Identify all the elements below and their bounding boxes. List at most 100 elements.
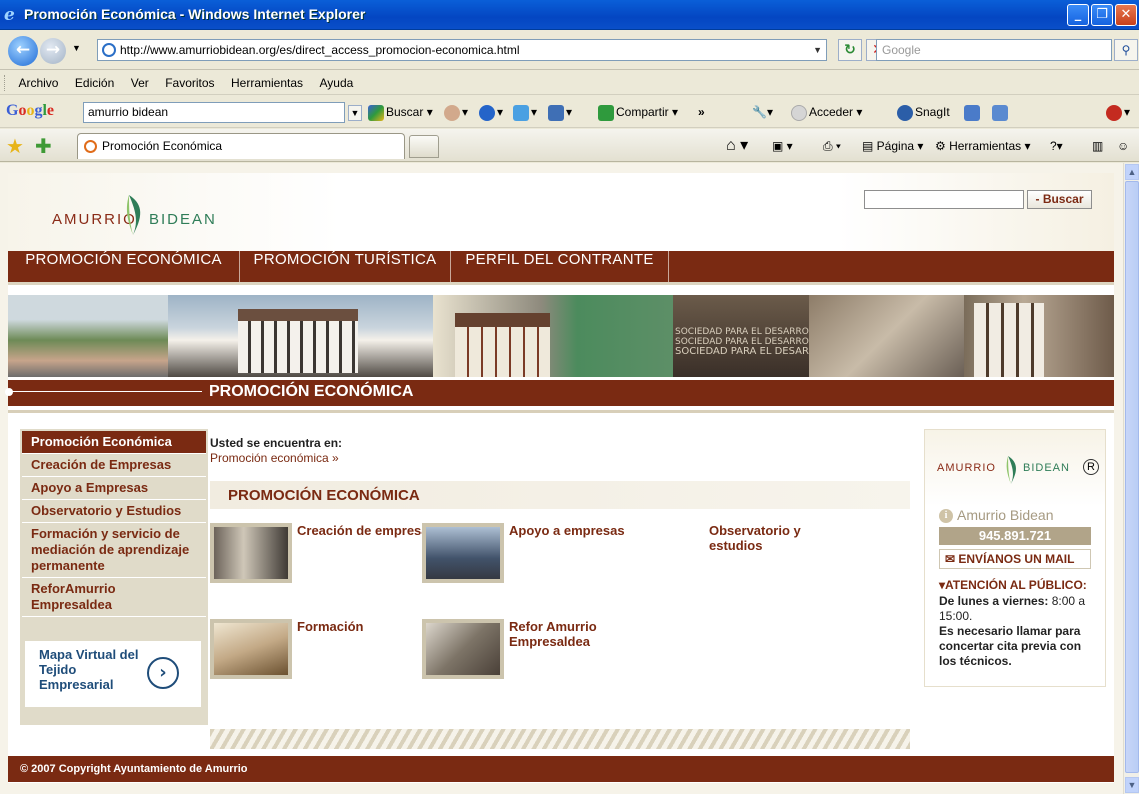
research-icon[interactable]: ▥ xyxy=(1092,137,1103,155)
separator xyxy=(8,410,1114,413)
toolbar-more-button[interactable]: » xyxy=(698,103,705,121)
minimize-button[interactable]: _ xyxy=(1067,4,1089,26)
nav-promocion-economica[interactable]: PROMOCIÓN ECONÓMICA xyxy=(8,251,240,282)
acceder-button[interactable]: Acceder ▾ xyxy=(791,103,862,121)
toolbar-plus-icon[interactable]: ▾ xyxy=(513,103,537,121)
pagina-menu[interactable]: ▤ Página ▾ xyxy=(862,137,923,155)
toolbar-tool-icon-2[interactable]: ▾ xyxy=(479,103,503,121)
card-observatorio-estudios[interactable]: Observatorio y estudios xyxy=(622,523,862,583)
google-dropdown-icon[interactable]: ▼ xyxy=(348,105,362,121)
banner-photo-building xyxy=(168,295,433,377)
new-tab-button[interactable] xyxy=(409,135,439,158)
snagit-label: SnagIt xyxy=(915,105,950,119)
tab-promocion-economica[interactable]: Promoción Económica xyxy=(77,133,405,159)
contact-name: i Amurrio Bidean xyxy=(939,507,1054,524)
snagit-button[interactable]: SnagIt xyxy=(897,103,950,121)
favorites-star-icon[interactable]: ★ xyxy=(6,134,24,158)
attention-heading: ▾ATENCIÓN AL PÚBLICO: xyxy=(939,578,1099,592)
card-label[interactable]: Formación xyxy=(297,619,437,634)
header-banner: SOCIEDAD PARA EL DESARROLLO LOCAL SOCIED… xyxy=(8,295,1114,377)
contact-logo-amurrio: AMURRIO xyxy=(937,462,996,474)
print-icon[interactable]: ⎙ ▾ xyxy=(823,137,841,155)
pagina-label: Página xyxy=(876,139,915,153)
toolbar-window-icon[interactable]: ▾ xyxy=(548,103,572,121)
snagit-option-icon-1[interactable] xyxy=(964,103,982,121)
browser-search-input[interactable]: Google xyxy=(876,39,1112,61)
toolbar-tool-icon-1[interactable]: ▾ xyxy=(444,103,468,121)
breadcrumb-label: Usted se encuentra en: xyxy=(210,436,343,450)
menu-bar: Archivo Edición Ver Favoritos Herramient… xyxy=(0,71,1139,95)
site-search-button[interactable]: - Buscar xyxy=(1027,190,1092,209)
window-title: Promoción Económica - Windows Internet E… xyxy=(24,6,366,22)
herramientas-menu[interactable]: ⚙ Herramientas ▾ xyxy=(935,137,1030,155)
card-creacion-empresas[interactable]: Creación de empresas xyxy=(210,523,450,583)
banner-photo-house xyxy=(964,295,1114,377)
map-virtual-label: Mapa Virtual del Tejido Empresarial xyxy=(39,647,139,692)
refresh-button[interactable]: ↻ xyxy=(838,39,862,61)
left-menu-creacion-empresas[interactable]: Creación de Empresas xyxy=(22,454,206,477)
left-menu-formacion[interactable]: Formación y servicio de mediación de apr… xyxy=(22,523,206,578)
menu-edicion[interactable]: Edición xyxy=(69,71,120,95)
url-dropdown-icon[interactable]: ▼ xyxy=(813,40,822,60)
contact-box: AMURRIO BIDEAN R i Amurrio Bidean 945.891… xyxy=(924,429,1106,687)
acrobat-icon[interactable]: ▾ xyxy=(1106,103,1130,121)
snagit-option-icon-2[interactable] xyxy=(992,103,1010,121)
menu-archivo[interactable]: Archivo xyxy=(12,71,64,95)
forward-button[interactable]: → xyxy=(40,38,66,64)
card-label[interactable]: Refor Amurrio Empresaldea xyxy=(509,619,649,649)
compartir-button[interactable]: Compartir ▾ xyxy=(598,103,678,121)
back-button[interactable]: ← xyxy=(8,36,38,66)
contact-name-text: Amurrio Bidean xyxy=(957,507,1054,523)
home-icon[interactable]: ⌂ ▾ xyxy=(726,137,748,155)
wrench-icon[interactable]: 🔧▾ xyxy=(752,103,773,121)
scroll-down-arrow-icon[interactable]: ▼ xyxy=(1125,777,1139,793)
vertical-scrollbar[interactable]: ▲ ▼ xyxy=(1123,163,1139,794)
page-icon xyxy=(102,43,116,57)
add-favorites-icon[interactable]: ✚ xyxy=(35,134,52,158)
card-label[interactable]: Observatorio y estudios xyxy=(709,523,849,553)
left-menu-apoyo-empresas[interactable]: Apoyo a Empresas xyxy=(22,477,206,500)
signin-icon xyxy=(791,104,807,121)
feeds-icon[interactable]: ▣ ▾ xyxy=(772,137,793,155)
scroll-thumb[interactable] xyxy=(1125,181,1139,773)
acceder-label: Acceder xyxy=(809,105,854,119)
site-header: AMURRIO BIDEAN - Buscar xyxy=(8,173,1114,251)
google-search-input[interactable]: amurrio bidean xyxy=(83,102,345,123)
card-refor-amurrio[interactable]: Refor Amurrio Empresaldea xyxy=(422,619,662,679)
map-virtual-box[interactable]: Mapa Virtual del Tejido Empresarial › xyxy=(25,641,201,707)
card-label[interactable]: Creación de empresas xyxy=(297,523,437,538)
ie-window: e Promoción Económica - Windows Internet… xyxy=(0,0,1139,794)
menu-favoritos[interactable]: Favoritos xyxy=(159,71,220,95)
site-search-input[interactable] xyxy=(864,190,1024,209)
close-button[interactable]: ✕ xyxy=(1115,4,1137,26)
history-dropdown-icon[interactable]: ▼ xyxy=(72,43,81,53)
nav-promocion-turistica[interactable]: PROMOCIÓN TURÍSTICA xyxy=(240,251,451,282)
tab-page-icon xyxy=(84,140,97,153)
messenger-icon[interactable]: ☺ xyxy=(1117,137,1129,155)
google-buscar-button[interactable]: Buscar ▾ xyxy=(368,103,433,121)
scroll-up-arrow-icon[interactable]: ▲ xyxy=(1125,164,1139,180)
herramientas-label: Herramientas xyxy=(949,139,1022,153)
card-formacion[interactable]: Formación xyxy=(210,619,450,679)
section-line xyxy=(12,391,202,392)
menu-ayuda[interactable]: Ayuda xyxy=(314,71,360,95)
help-icon[interactable]: ?▾ xyxy=(1050,137,1063,155)
url-field[interactable]: http://www.amurriobidean.org/es/direct_a… xyxy=(97,39,827,61)
toolbar-grip xyxy=(4,74,8,91)
breadcrumb-link[interactable]: Promoción económica » xyxy=(210,451,510,465)
menu-ver[interactable]: Ver xyxy=(125,71,155,95)
content-title-bar: PROMOCIÓN ECONÓMICA xyxy=(210,481,910,509)
banner-photo-panels xyxy=(433,295,673,377)
site-container: AMURRIO BIDEAN - Buscar PROMOCIÓN ECONÓM… xyxy=(5,173,1114,783)
left-menu-promocion-economica[interactable]: Promoción Económica xyxy=(22,431,206,454)
search-icon[interactable]: ⚲ xyxy=(1114,39,1138,61)
banner-photo-sign: SOCIEDAD PARA EL DESARROLLO LOCAL SOCIED… xyxy=(673,295,878,377)
maximize-button[interactable]: ❐ xyxy=(1091,4,1113,26)
ie-logo-icon: e xyxy=(4,5,15,25)
menu-herramientas[interactable]: Herramientas xyxy=(225,71,309,95)
nav-perfil-contratante[interactable]: PERFIL DEL CONTRANTE xyxy=(451,251,669,282)
left-menu-reforamurrio[interactable]: ReforAmurrio Empresaldea xyxy=(22,578,206,617)
arrow-right-icon[interactable]: › xyxy=(147,657,179,689)
left-menu-observatorio[interactable]: Observatorio y Estudios xyxy=(22,500,206,523)
send-mail-button[interactable]: ✉ ENVÍANOS UN MAIL xyxy=(939,549,1091,569)
